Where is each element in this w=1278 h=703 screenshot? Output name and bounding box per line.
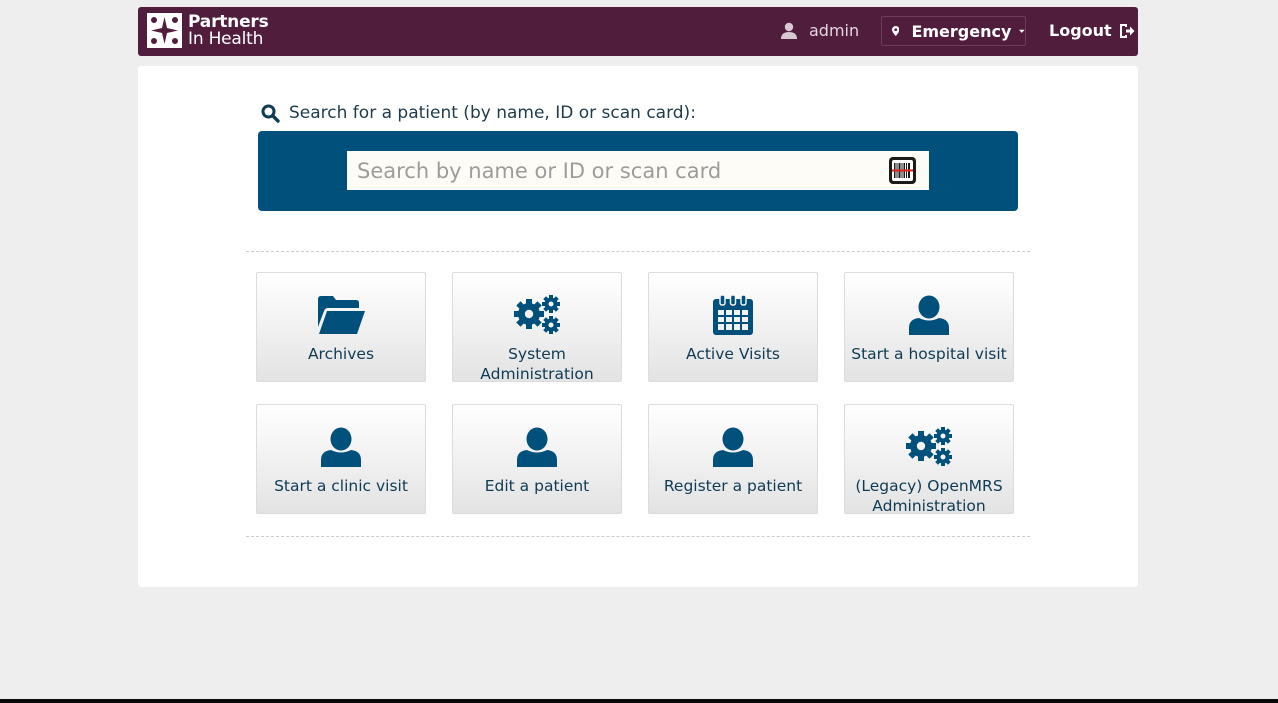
app-tile-legacy-openmrs-administration[interactable]: (Legacy) OpenMRS Administration [844,404,1014,515]
tile-label: Active Visits [686,345,780,363]
app-tile-register-patient[interactable]: Register a patient [648,404,818,514]
username: admin [809,21,860,40]
gears-icon [514,295,560,334]
search-label: Search for a patient (by name, ID or sca… [289,103,696,123]
tile-label: Start a hospital visit [851,345,1007,363]
app-tile-system-administration[interactable]: System Administration [452,272,622,383]
top-navbar: Partners In Health admin Emergency Logou… [138,7,1138,56]
folder-open-icon [317,296,365,334]
app-tile-edit-patient[interactable]: Edit a patient [452,404,622,514]
app-tile-start-hospital-visit[interactable]: Start a hospital visit [844,272,1014,382]
user-icon [713,427,753,467]
gears-icon [906,427,952,466]
calendar-icon [713,295,753,335]
logo-mark-icon [147,13,182,48]
tile-label: Start a clinic visit [274,477,408,495]
sign-out-icon [1119,23,1135,38]
patient-search-input[interactable] [347,151,929,190]
tile-label: Archives [307,345,375,363]
pih-logo[interactable]: Partners In Health [147,13,269,48]
user-icon [781,22,797,39]
logo-line-2: In Health [188,28,264,49]
logout-link[interactable]: Logout [1049,21,1135,40]
user-icon [321,427,361,467]
divider [246,536,1030,537]
user-icon [517,427,557,467]
app-tile-archives[interactable]: Archives [256,272,426,382]
tile-label: Register a patient [663,477,803,495]
tile-label: (Legacy) OpenMRS Administration [855,477,1003,515]
logout-label: Logout [1049,21,1112,40]
app-tile-start-clinic-visit[interactable]: Start a clinic visit [256,404,426,514]
search-container [258,131,1018,211]
logo-line-1: Partners [188,11,269,32]
tile-label: System Administration [480,345,594,383]
search-icon [261,104,280,123]
screen-edge [0,699,1278,703]
location-selector[interactable]: Emergency [881,16,1026,46]
barcode-scan-icon[interactable] [889,157,916,184]
divider [246,251,1030,252]
map-marker-icon [892,26,900,36]
search-heading: Search for a patient (by name, ID or sca… [261,103,696,123]
user-icon [909,295,949,335]
main-content: Search for a patient (by name, ID or sca… [138,66,1138,587]
tile-label: Edit a patient [484,477,590,495]
current-user: admin [781,21,859,40]
app-tile-active-visits[interactable]: Active Visits [648,272,818,382]
location-name: Emergency [911,21,1012,41]
caret-down-icon [1019,29,1025,33]
